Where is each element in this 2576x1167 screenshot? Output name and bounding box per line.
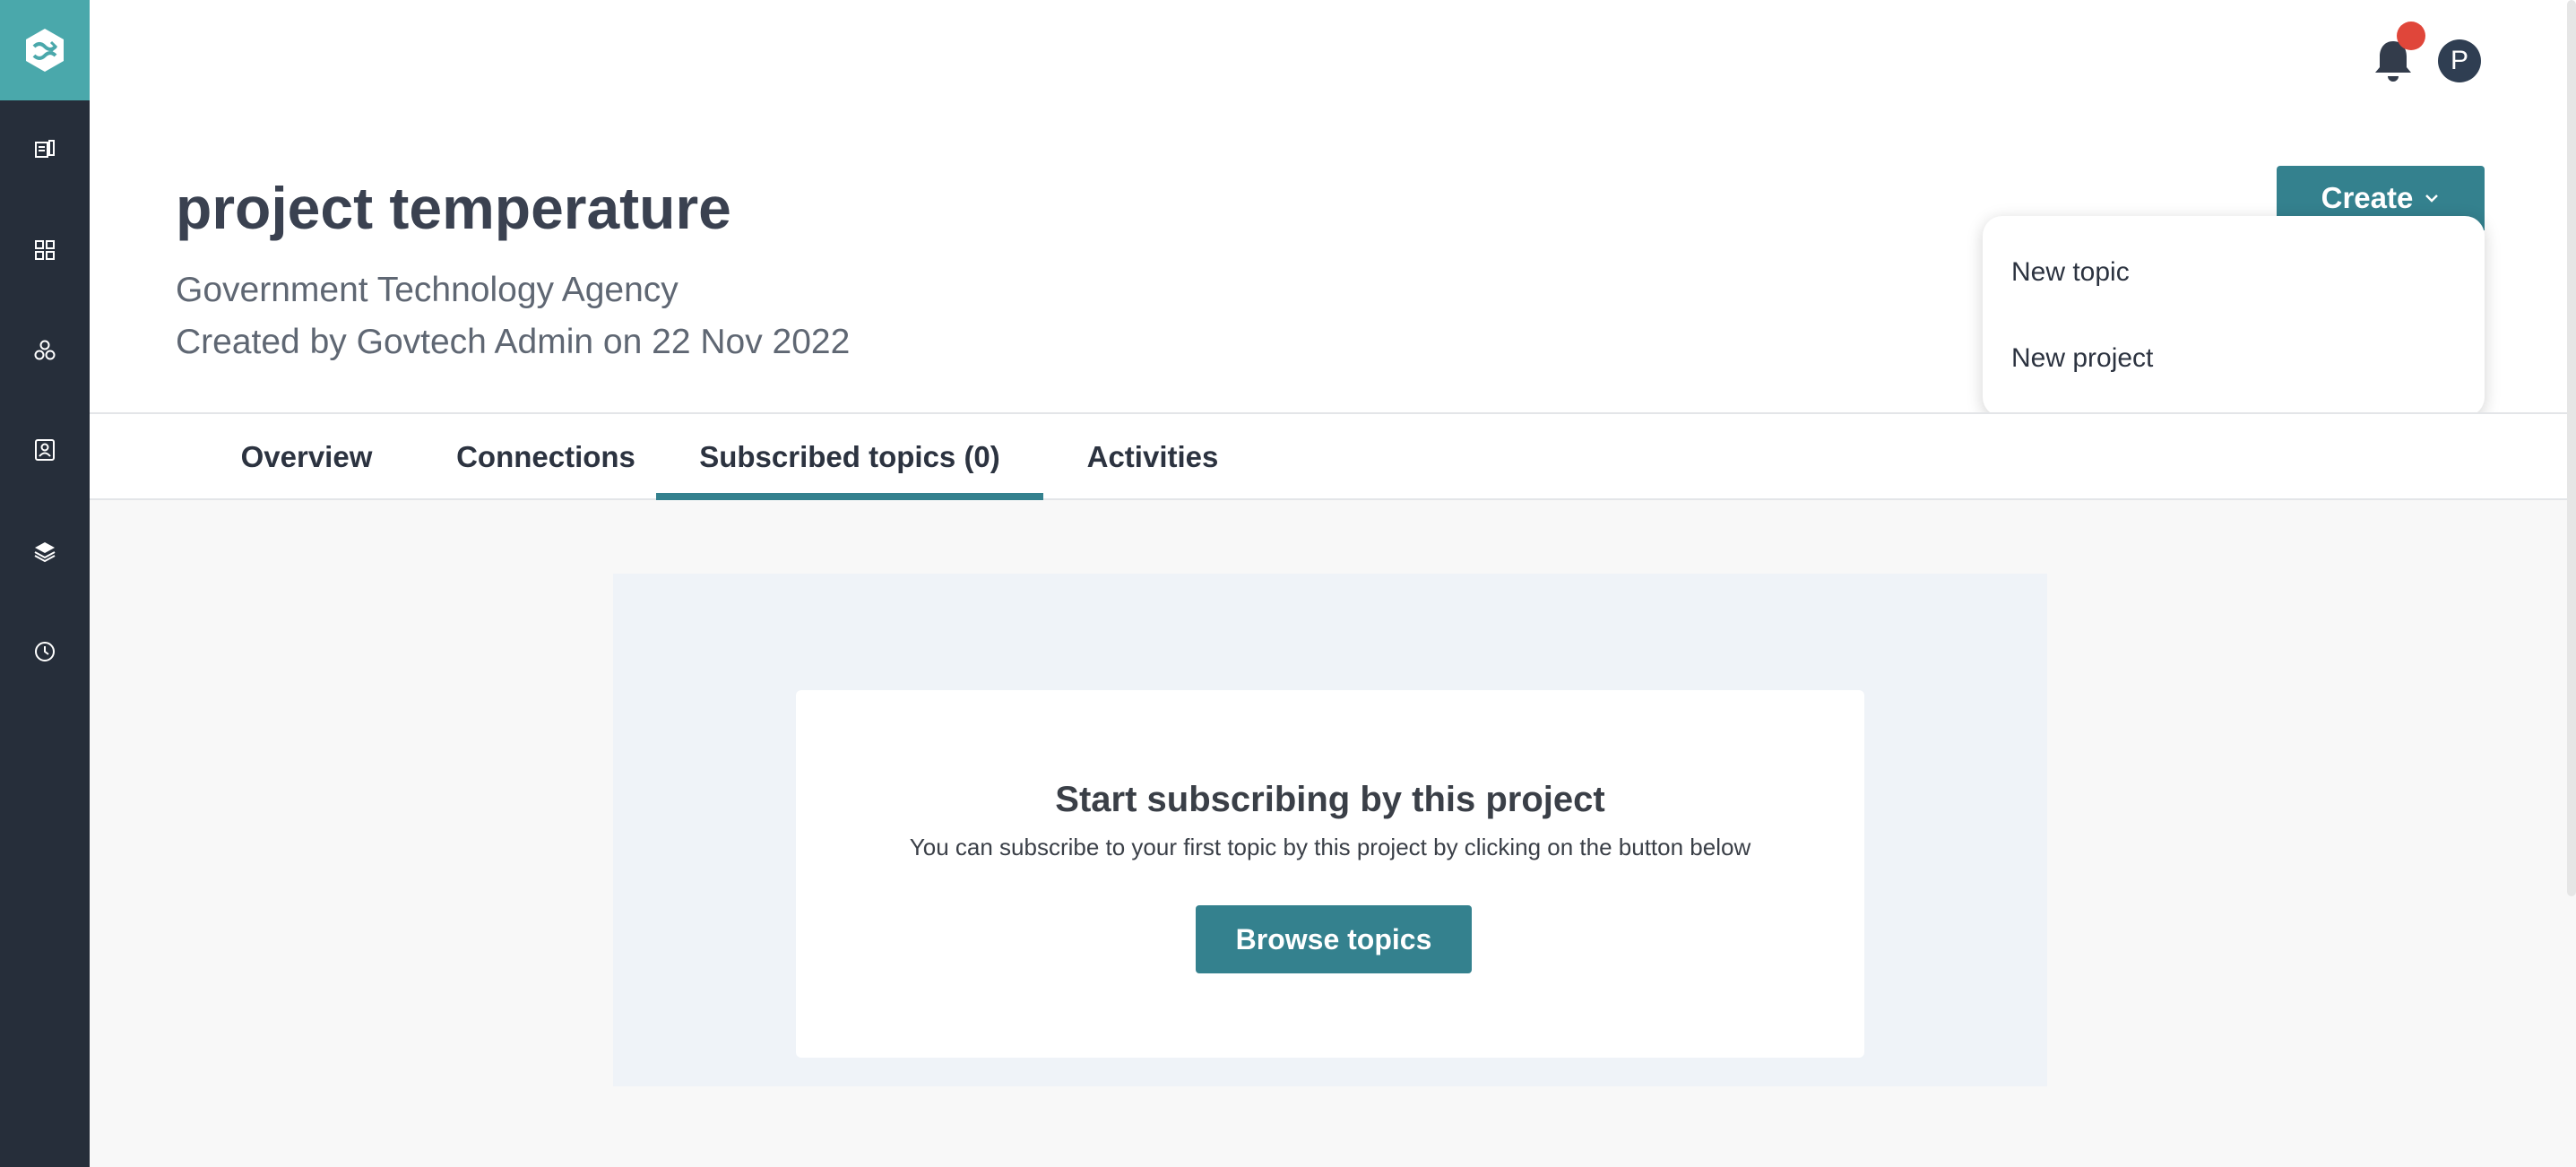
sidebar-item-layers[interactable]	[0, 520, 90, 583]
logo-icon	[26, 29, 64, 72]
layers-icon	[34, 542, 56, 563]
avatar-initial: P	[2450, 46, 2468, 75]
tab-activities[interactable]: Activities	[1072, 414, 1233, 500]
sidebar-item-history[interactable]	[0, 620, 90, 683]
tab-content: Start subscribing by this project You ca…	[90, 500, 2576, 1167]
page-title: project temperature	[176, 175, 731, 241]
sidebar-item-contacts[interactable]	[0, 419, 90, 481]
create-dropdown-menu: New topic New project	[1983, 216, 2485, 417]
clock-icon	[35, 642, 55, 661]
create-button-label: Create	[2321, 181, 2414, 214]
empty-state-panel: Start subscribing by this project You ca…	[613, 574, 2047, 1086]
chevron-down-icon	[2425, 194, 2439, 203]
empty-state-subtitle: You can subscribe to your first topic by…	[909, 834, 1751, 860]
tab-connections[interactable]: Connections	[437, 414, 655, 500]
project-organization: Government Technology Agency	[176, 271, 679, 309]
tab-subscribed-topics[interactable]: Subscribed topics (0)	[656, 414, 1043, 500]
scrollbar[interactable]	[2567, 0, 2576, 896]
menu-item-new-project[interactable]: New project	[2011, 343, 2153, 374]
sidebar	[0, 0, 90, 1167]
browse-topics-button[interactable]: Browse topics	[1196, 905, 1472, 973]
grid-icon	[35, 240, 55, 260]
sidebar-item-dashboard[interactable]	[0, 219, 90, 281]
menu-item-new-topic[interactable]: New topic	[2011, 257, 2130, 288]
notification-badge	[2397, 22, 2425, 50]
avatar[interactable]: P	[2438, 39, 2481, 82]
tab-overview[interactable]: Overview	[219, 414, 394, 500]
app-logo[interactable]	[0, 0, 90, 100]
contact-card-icon	[35, 439, 55, 461]
empty-state-title: Start subscribing by this project	[1055, 780, 1605, 819]
sidebar-item-documents[interactable]	[0, 118, 90, 181]
project-created-info: Created by Govtech Admin on 22 Nov 2022	[176, 323, 851, 361]
document-icon	[35, 140, 55, 158]
empty-state-card: Start subscribing by this project You ca…	[796, 690, 1864, 1058]
network-icon	[34, 340, 56, 360]
tab-bar: Overview Connections Subscribed topics (…	[90, 412, 2576, 500]
sidebar-item-network[interactable]	[0, 319, 90, 382]
